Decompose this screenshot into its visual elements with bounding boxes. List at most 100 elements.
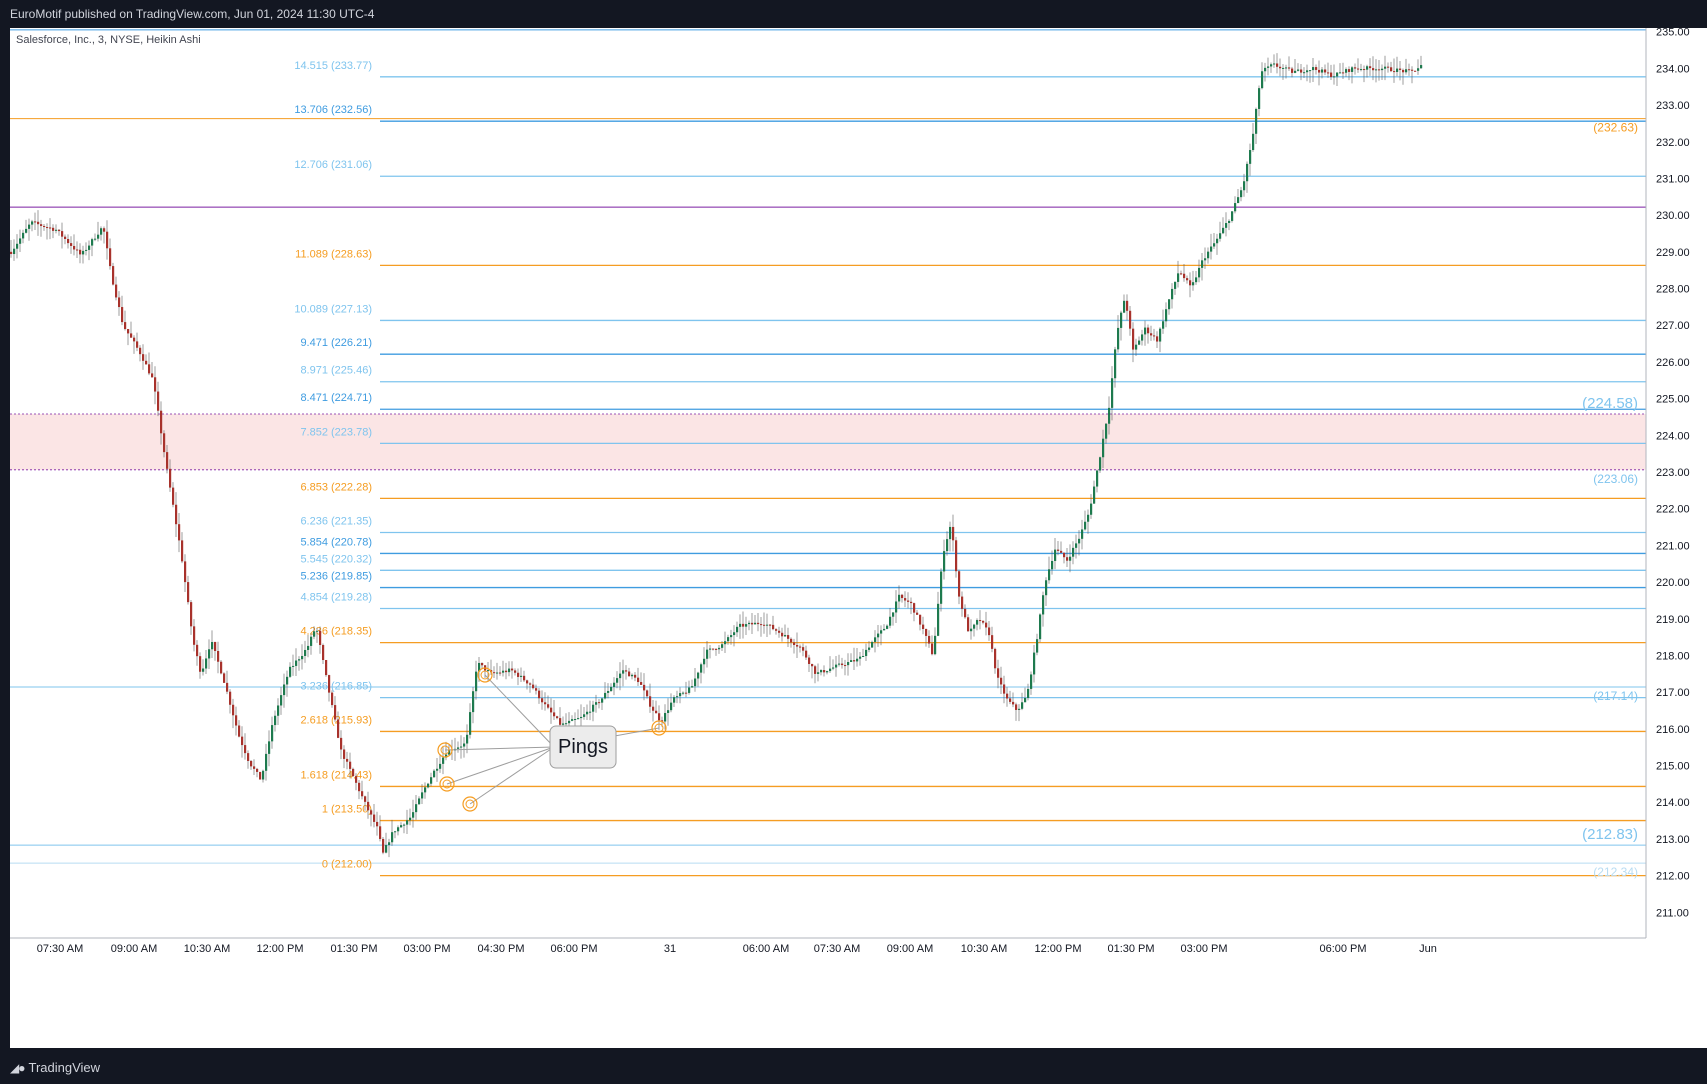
candle-body <box>460 746 463 748</box>
candle-body <box>937 603 940 636</box>
candle-body <box>421 792 424 799</box>
y-tick-label-12: 223.00 <box>1656 467 1690 479</box>
candle-body <box>430 777 433 784</box>
candle-body <box>988 627 991 636</box>
candle-body <box>1387 66 1390 68</box>
tradingview-logo-icon: ◢● <box>10 1060 26 1075</box>
candle-body <box>643 684 646 691</box>
candle-body <box>352 768 355 777</box>
candle-body <box>1348 69 1351 72</box>
candle-body <box>730 635 733 638</box>
candle-body <box>1288 67 1291 69</box>
candle-body <box>772 624 775 630</box>
candle-body <box>427 783 430 788</box>
candle-body <box>1156 336 1159 342</box>
candle-body <box>805 650 808 658</box>
candle-body <box>196 644 199 657</box>
candle-body <box>664 712 667 722</box>
price-chart[interactable]: 0 (212.00) 1 (213.50) 1.618 (214.43) 2.618 … <box>10 27 1707 1048</box>
candle-body <box>439 763 442 769</box>
candle-body <box>775 629 778 631</box>
candle-body <box>265 753 268 771</box>
candle-body <box>1168 299 1171 310</box>
candle-body <box>271 725 274 742</box>
candle-body <box>1228 220 1231 224</box>
candle-body <box>1315 67 1318 70</box>
candle-body <box>847 662 850 666</box>
candle-body <box>301 655 304 660</box>
candle-body <box>922 624 925 630</box>
candle-body <box>46 227 49 229</box>
candle-body <box>1147 327 1150 334</box>
candle-body <box>820 670 823 673</box>
candle-body <box>202 668 205 672</box>
candle-body <box>205 658 208 669</box>
candle-body <box>358 782 361 792</box>
candle-body <box>1105 423 1108 439</box>
candle-body <box>151 373 154 378</box>
candle-body <box>442 757 445 764</box>
y-tick-label-20: 231.00 <box>1656 173 1690 185</box>
candle-body <box>340 737 343 750</box>
fib-label-1: 1 (213.50) <box>322 804 372 816</box>
candle-body <box>1420 65 1423 69</box>
resistance-zone <box>10 414 1646 470</box>
candle-body <box>796 644 799 647</box>
candle-body <box>697 672 700 679</box>
candle-body <box>1273 63 1276 65</box>
candle-body <box>1378 69 1381 71</box>
candle-body <box>1219 233 1222 239</box>
candle-body <box>526 680 529 684</box>
candle-body <box>1087 514 1090 522</box>
candle-body <box>244 745 247 754</box>
candle-body <box>511 668 514 671</box>
candle-body <box>715 648 718 650</box>
candle-body <box>1006 693 1009 699</box>
x-tick-label-11: 09:00 AM <box>887 943 933 955</box>
candle-body <box>679 693 682 697</box>
candle-body <box>508 668 511 673</box>
candle-body <box>535 688 538 691</box>
candle-body <box>67 238 70 244</box>
candle-body <box>901 594 904 599</box>
y-tick-label-7: 218.00 <box>1656 650 1690 662</box>
candle-body <box>1099 457 1102 471</box>
candle-body <box>1234 203 1237 212</box>
candle-body <box>571 719 574 721</box>
x-tick-label-13: 12:00 PM <box>1034 943 1081 955</box>
candle-body <box>73 245 76 250</box>
candle-body <box>670 702 673 711</box>
candle-body <box>385 845 388 853</box>
fib-label-19: 13.706 (232.56) <box>294 104 372 116</box>
candle-body <box>550 707 553 713</box>
candle-body <box>871 641 874 648</box>
candle-body <box>769 624 772 626</box>
candle-body <box>457 747 460 749</box>
candle-body <box>130 333 133 338</box>
candle-body <box>853 660 856 662</box>
y-tick-label-23: 234.00 <box>1656 63 1690 75</box>
candle-body <box>331 692 334 706</box>
candle-body <box>1207 251 1210 259</box>
candle-body <box>580 716 583 719</box>
x-tick-label-17: Jun <box>1419 943 1437 955</box>
candle-body <box>169 468 172 488</box>
candle-body <box>463 743 466 747</box>
candle-body <box>1162 321 1165 329</box>
candle-body <box>754 622 757 625</box>
candle-body <box>1012 701 1015 705</box>
candle-body <box>691 686 694 688</box>
candle-body <box>892 612 895 617</box>
candle-body <box>259 771 262 780</box>
candle-body <box>607 691 610 693</box>
candle-body <box>1192 282 1195 286</box>
candle-body <box>214 642 217 651</box>
candle-body <box>217 650 220 662</box>
candle-body <box>1405 69 1408 73</box>
candle-body <box>1351 67 1354 72</box>
right-price-label-5: (212.34) <box>1593 865 1638 879</box>
candle-body <box>637 677 640 683</box>
candle-body <box>973 624 976 629</box>
tradingview-brand[interactable]: ◢● TradingView <box>10 1060 100 1075</box>
candle-body <box>928 635 931 644</box>
